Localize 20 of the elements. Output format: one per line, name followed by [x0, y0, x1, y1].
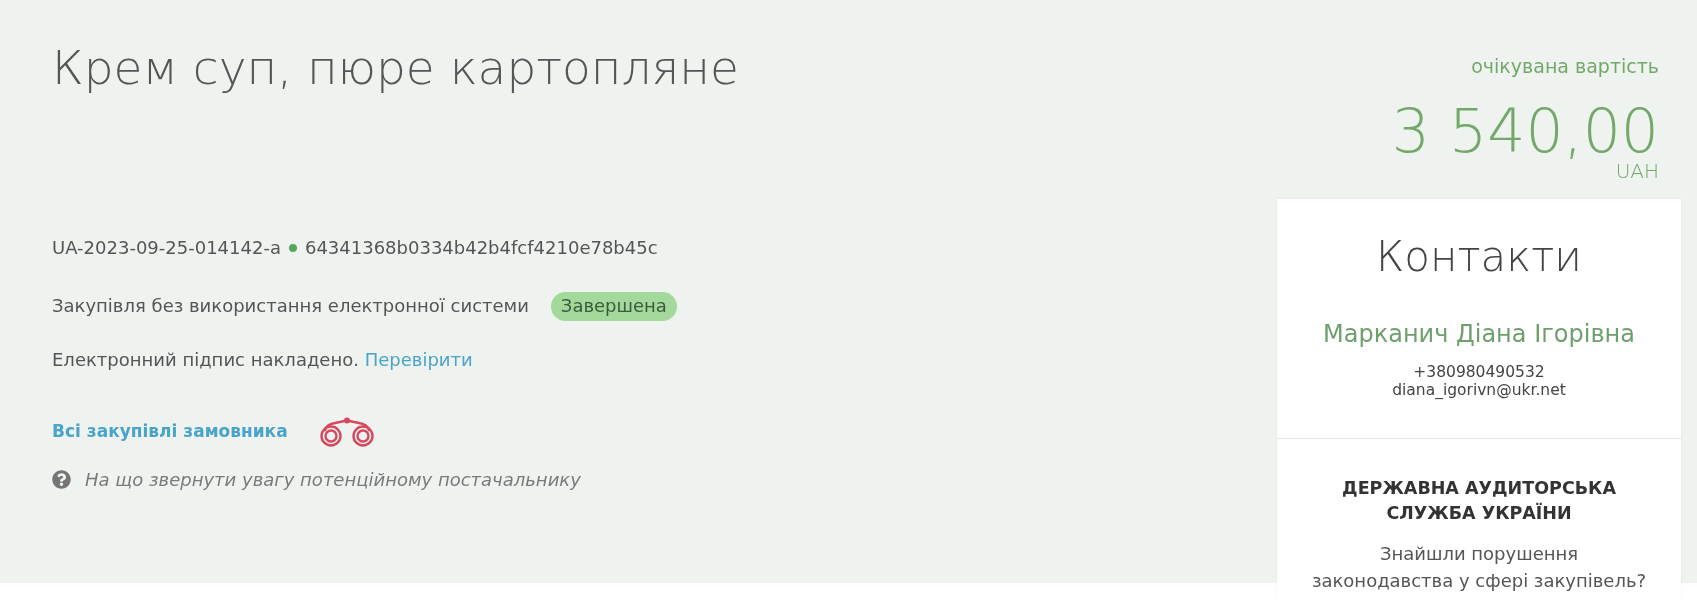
separator-dot-icon: [288, 244, 297, 252]
price-label: очікувана вартість: [1471, 55, 1659, 78]
buyer-purchases-link[interactable]: Всі закупівлі замовника: [52, 419, 288, 444]
procurement-type: Закупівля без використання електронної системи: [52, 294, 529, 319]
audit-service-title: ДЕРЖАВНА АУДИТОРСЬКА СЛУЖБА УКРАЇНИ: [1341, 477, 1617, 526]
contact-phone: +380980490532: [1413, 363, 1545, 382]
signature-note: Електронний підпис накладено. Перевірити: [52, 347, 473, 372]
tender-id: UA-2023-09-25-014142-a: [52, 236, 281, 261]
verify-link[interactable]: Перевірити: [364, 348, 473, 370]
contact-email: diana_igorivn@ukr.net: [1392, 381, 1566, 400]
price-amount: 3 540,00: [1391, 100, 1659, 161]
contacts-title: Контакти: [1376, 231, 1582, 283]
tender-title: Крем суп, пюре картопляне: [52, 40, 739, 97]
contact-name: Марканич Діана Ігорівна: [1323, 319, 1635, 351]
supplier-tips-link[interactable]: На що звернути увагу потенційному постачальнику: [85, 466, 581, 492]
tender-hash: 64341368b0334b42b4fcf4210e78b45c: [304, 236, 658, 261]
audit-question: Знайшли порушення законодавства у сфері закупівель?: [1310, 542, 1648, 594]
price-currency: UAH: [1615, 160, 1659, 181]
help-icon: [52, 469, 71, 489]
status-badge: Завершена: [550, 291, 677, 321]
